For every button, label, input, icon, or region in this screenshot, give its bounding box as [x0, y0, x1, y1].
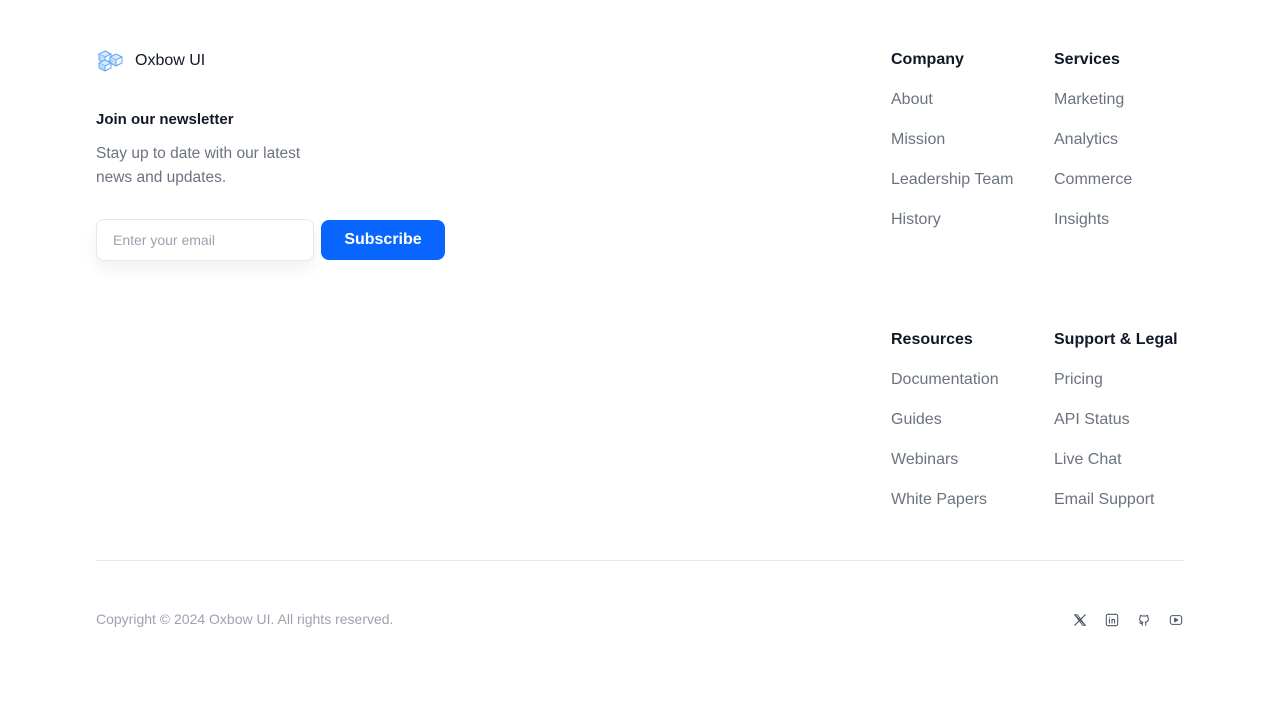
cubes-logo-icon — [97, 50, 124, 72]
newsletter-form: Subscribe — [96, 219, 445, 261]
github-icon — [1139, 614, 1149, 626]
linkedin-icon — [1105, 613, 1119, 627]
footer-link-mission[interactable]: Mission — [891, 130, 1013, 150]
social-links — [1072, 611, 1184, 629]
newsletter-description: Stay up to date with our latest news and… — [96, 145, 301, 186]
column-heading: Support & Legal — [1054, 331, 1178, 348]
footer-link-live-chat[interactable]: Live Chat — [1054, 450, 1178, 470]
footer-link-pricing[interactable]: Pricing — [1054, 370, 1178, 390]
footer-link-api-status[interactable]: API Status — [1054, 410, 1178, 430]
email-input[interactable] — [96, 219, 314, 261]
brand[interactable]: Oxbow UI — [96, 49, 205, 73]
footer-link-marketing[interactable]: Marketing — [1054, 90, 1132, 110]
footer-divider — [96, 560, 1184, 561]
column-heading: Company — [891, 51, 964, 68]
social-link-linkedin[interactable] — [1104, 611, 1120, 629]
footer-link-webinars[interactable]: Webinars — [891, 450, 999, 470]
x-icon — [1073, 614, 1087, 626]
footer-column-company: Company About Mission Leadership Team Hi… — [891, 50, 1013, 250]
footer-link-commerce[interactable]: Commerce — [1054, 170, 1132, 190]
social-link-github[interactable] — [1136, 611, 1152, 629]
social-link-x[interactable] — [1072, 611, 1088, 629]
subscribe-button[interactable]: Subscribe — [321, 220, 445, 260]
social-link-youtube[interactable] — [1168, 611, 1184, 629]
footer-link-history[interactable]: History — [891, 210, 1013, 230]
footer-link-about[interactable]: About — [891, 90, 1013, 110]
youtube-icon — [1169, 615, 1183, 625]
brand-name: Oxbow UI — [135, 52, 206, 69]
footer-link-insights[interactable]: Insights — [1054, 210, 1132, 230]
footer-link-guides[interactable]: Guides — [891, 410, 999, 430]
footer-column-support-legal: Support & Legal Pricing API Status Live … — [1054, 330, 1178, 530]
footer-link-email-support[interactable]: Email Support — [1054, 490, 1178, 510]
footer-column-services: Services Marketing Analytics Commerce In… — [1054, 50, 1132, 250]
footer-link-analytics[interactable]: Analytics — [1054, 130, 1132, 150]
footer-column-resources: Resources Documentation Guides Webinars … — [891, 330, 999, 530]
newsletter-title: Join our newsletter — [96, 111, 234, 128]
column-heading: Resources — [891, 331, 973, 348]
footer-link-white-papers[interactable]: White Papers — [891, 490, 999, 510]
footer-link-documentation[interactable]: Documentation — [891, 370, 999, 390]
copyright-text: Copyright © 2024 Oxbow UI. All rights re… — [96, 611, 394, 627]
footer-link-leadership-team[interactable]: Leadership Team — [891, 170, 1013, 190]
column-heading: Services — [1054, 51, 1120, 68]
